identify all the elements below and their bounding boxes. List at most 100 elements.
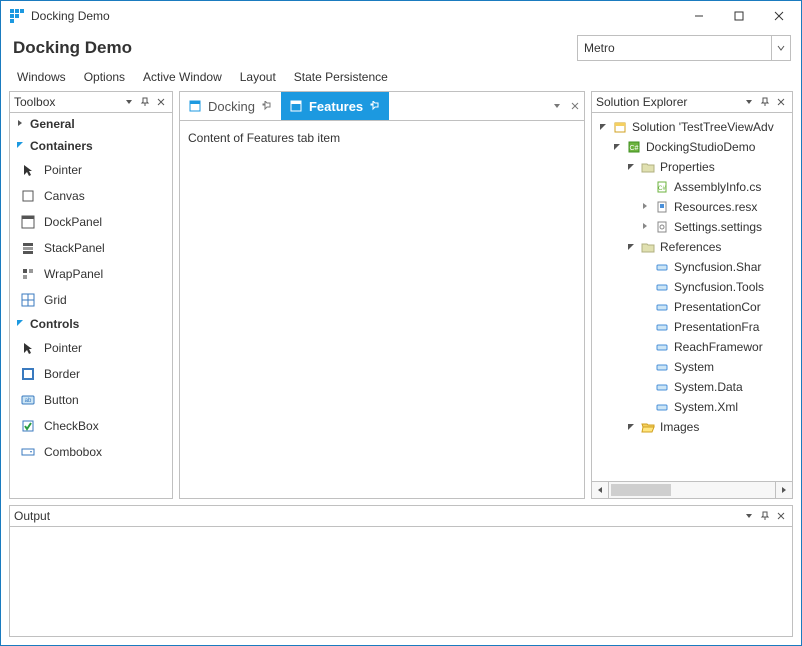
- dropdown-icon[interactable]: [742, 95, 756, 109]
- toolbox-item-checkbox[interactable]: CheckBox: [10, 413, 172, 439]
- collapse-icon[interactable]: [598, 122, 608, 133]
- collapse-icon: [14, 317, 26, 331]
- horizontal-scrollbar[interactable]: [592, 481, 792, 498]
- tree-node-label: Properties: [660, 160, 715, 174]
- tree-node-label: ReachFramewor: [674, 340, 763, 354]
- tree-node[interactable]: Solution 'TestTreeViewAdv: [594, 117, 792, 137]
- toolbox-item-canvas[interactable]: Canvas: [10, 183, 172, 209]
- tree-node-label: PresentationCor: [674, 300, 761, 314]
- pin-icon[interactable]: [758, 509, 772, 523]
- close-icon[interactable]: [154, 95, 168, 109]
- dropdown-icon[interactable]: [742, 509, 756, 523]
- tree-node[interactable]: References: [594, 237, 792, 257]
- tab-features[interactable]: Features: [281, 92, 389, 120]
- theme-select[interactable]: Metro: [577, 35, 791, 61]
- ref-icon: [654, 339, 670, 355]
- toolbox-item-label: Canvas: [44, 189, 85, 203]
- toolbox-item-grid[interactable]: Grid: [10, 287, 172, 313]
- tree-node-label: AssemblyInfo.cs: [674, 180, 761, 194]
- solution-explorer-body: Solution 'TestTreeViewAdvC#DockingStudio…: [592, 113, 792, 481]
- scroll-right-button[interactable]: [775, 482, 792, 498]
- maximize-button[interactable]: [719, 2, 759, 30]
- menu-active-window[interactable]: Active Window: [135, 68, 230, 86]
- tree-node-label: Syncfusion.Tools: [674, 280, 764, 294]
- tree-node[interactable]: Resources.resx: [594, 197, 792, 217]
- settings-icon: [654, 219, 670, 235]
- tree-node[interactable]: C#AssemblyInfo.cs: [594, 177, 792, 197]
- scroll-left-button[interactable]: [592, 482, 609, 498]
- pointer-icon: [20, 162, 36, 178]
- toolbox-panel: Toolbox GeneralContainersPointerCanvasDo…: [9, 91, 173, 499]
- expand-icon[interactable]: [640, 222, 650, 233]
- tree-node[interactable]: Properties: [594, 157, 792, 177]
- pin-icon[interactable]: [138, 95, 152, 109]
- close-icon[interactable]: [774, 509, 788, 523]
- toolbox-group-controls[interactable]: Controls: [10, 313, 172, 335]
- button-icon: ab: [20, 392, 36, 408]
- collapse-icon[interactable]: [626, 162, 636, 173]
- tree-node[interactable]: System.Data: [594, 377, 792, 397]
- menu-layout[interactable]: Layout: [232, 68, 284, 86]
- tree-node[interactable]: PresentationFra: [594, 317, 792, 337]
- tree-node-label: Images: [660, 420, 699, 434]
- output-panel: Output: [9, 505, 793, 637]
- tree-node[interactable]: ReachFramewor: [594, 337, 792, 357]
- menu-windows[interactable]: Windows: [9, 68, 74, 86]
- toolbox-item-button[interactable]: abButton: [10, 387, 172, 413]
- output-header[interactable]: Output: [10, 506, 792, 527]
- close-icon[interactable]: [774, 95, 788, 109]
- toolbox-item-wrappanel[interactable]: WrapPanel: [10, 261, 172, 287]
- collapse-icon[interactable]: [626, 422, 636, 433]
- folder-icon: [640, 159, 656, 175]
- toolbox-item-border[interactable]: Border: [10, 361, 172, 387]
- tree-node[interactable]: Syncfusion.Shar: [594, 257, 792, 277]
- tree-node[interactable]: Syncfusion.Tools: [594, 277, 792, 297]
- pin-icon[interactable]: [758, 95, 772, 109]
- header: Docking Demo Metro: [1, 31, 801, 65]
- close-button[interactable]: [759, 2, 799, 30]
- tabs-close-icon[interactable]: [566, 92, 584, 120]
- toolbox-item-label: Grid: [44, 293, 67, 307]
- tab-content: Content of Features tab item: [180, 120, 584, 498]
- toolbox-group-containers[interactable]: Containers: [10, 135, 172, 157]
- collapse-icon[interactable]: [626, 242, 636, 253]
- tree-node-label: Syncfusion.Shar: [674, 260, 761, 274]
- pin-icon[interactable]: [261, 100, 273, 112]
- dockpanel-icon: [20, 214, 36, 230]
- ref-icon: [654, 259, 670, 275]
- scroll-thumb[interactable]: [611, 484, 671, 496]
- menu-options[interactable]: Options: [76, 68, 133, 86]
- tree-node[interactable]: PresentationCor: [594, 297, 792, 317]
- pin-icon[interactable]: [369, 100, 381, 112]
- tree-node[interactable]: Settings.settings: [594, 217, 792, 237]
- scroll-track[interactable]: [609, 482, 775, 498]
- tab-docking[interactable]: Docking: [180, 92, 281, 120]
- collapse-icon[interactable]: [612, 142, 622, 153]
- app-icon: [9, 8, 25, 24]
- tree-node-label: PresentationFra: [674, 320, 759, 334]
- toolbox-item-pointer[interactable]: Pointer: [10, 157, 172, 183]
- toolbox-item-label: Pointer: [44, 341, 82, 355]
- expand-icon[interactable]: [640, 202, 650, 213]
- tree-node[interactable]: System: [594, 357, 792, 377]
- solution-explorer-title: Solution Explorer: [596, 95, 740, 109]
- folder-open-icon: [640, 419, 656, 435]
- toolbox-item-combobox[interactable]: Combobox: [10, 439, 172, 465]
- toolbox-item-dockpanel[interactable]: DockPanel: [10, 209, 172, 235]
- tree-node[interactable]: System.Xml: [594, 397, 792, 417]
- tabs-dropdown-icon[interactable]: [548, 92, 566, 120]
- dropdown-icon[interactable]: [122, 95, 136, 109]
- menu-state-persistence[interactable]: State Persistence: [286, 68, 396, 86]
- toolbox-item-stackpanel[interactable]: StackPanel: [10, 235, 172, 261]
- tree-node[interactable]: Images: [594, 417, 792, 437]
- ref-icon: [654, 379, 670, 395]
- toolbox-group-general[interactable]: General: [10, 113, 172, 135]
- solution-explorer-header[interactable]: Solution Explorer: [592, 92, 792, 113]
- menubar: WindowsOptionsActive WindowLayoutState P…: [1, 65, 801, 89]
- solution-icon: [612, 119, 628, 135]
- minimize-button[interactable]: [679, 2, 719, 30]
- tree-node[interactable]: C#DockingStudioDemo: [594, 137, 792, 157]
- wrappanel-icon: [20, 266, 36, 282]
- toolbox-header[interactable]: Toolbox: [10, 92, 172, 113]
- toolbox-item-pointer[interactable]: Pointer: [10, 335, 172, 361]
